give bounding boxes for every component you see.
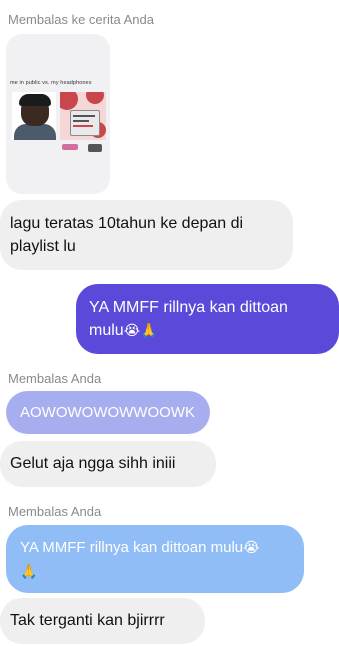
received-message-1[interactable]: lagu teratas 10tahun ke depan di playlis… [0, 200, 293, 270]
message-text: Tak terganti kan bjirrrr [10, 612, 165, 629]
quoted-text: AOWOWOWOWWOOWK [20, 404, 195, 421]
story-sticker [62, 144, 78, 150]
received-message-2[interactable]: Gelut aja ngga sihh iniii [0, 441, 216, 487]
message-text: lagu teratas 10tahun ke depan di [10, 215, 244, 232]
pray-emoji-icon: 🙏 [20, 564, 38, 580]
quoted-text: YA MMFF rillnya kan dittoan mulu [20, 539, 244, 556]
reply-label: Membalas Anda [8, 371, 102, 386]
message-text: playlist lu [10, 238, 76, 255]
story-sticker-2 [88, 144, 102, 152]
reply-label: Membalas Anda [8, 504, 102, 519]
quoted-message[interactable]: YA MMFF rillnya kan dittoan mulu😭 🙏 [6, 525, 304, 593]
crying-emoji-icon: 😭 [243, 540, 260, 556]
story-meme-photo-left [12, 92, 56, 140]
crying-pray-emoji-icon: 😭🙏 [123, 323, 158, 339]
story-reply-label: Membalas ke cerita Anda [8, 12, 154, 27]
message-text: YA MMFF rillnya kan dittoan [89, 299, 288, 316]
quoted-message[interactable]: AOWOWOWOWWOOWK [6, 391, 210, 434]
story-preview[interactable]: me in public vs. my headphones [6, 34, 110, 194]
sent-message-1[interactable]: YA MMFF rillnya kan dittoan mulu😭🙏 [76, 284, 339, 354]
story-meme-photo-right [60, 92, 106, 140]
received-message-3[interactable]: Tak terganti kan bjirrrr [0, 598, 205, 644]
story-caption: me in public vs. my headphones [10, 80, 92, 86]
message-text: Gelut aja ngga sihh iniii [10, 455, 176, 472]
message-text: mulu [89, 322, 124, 339]
